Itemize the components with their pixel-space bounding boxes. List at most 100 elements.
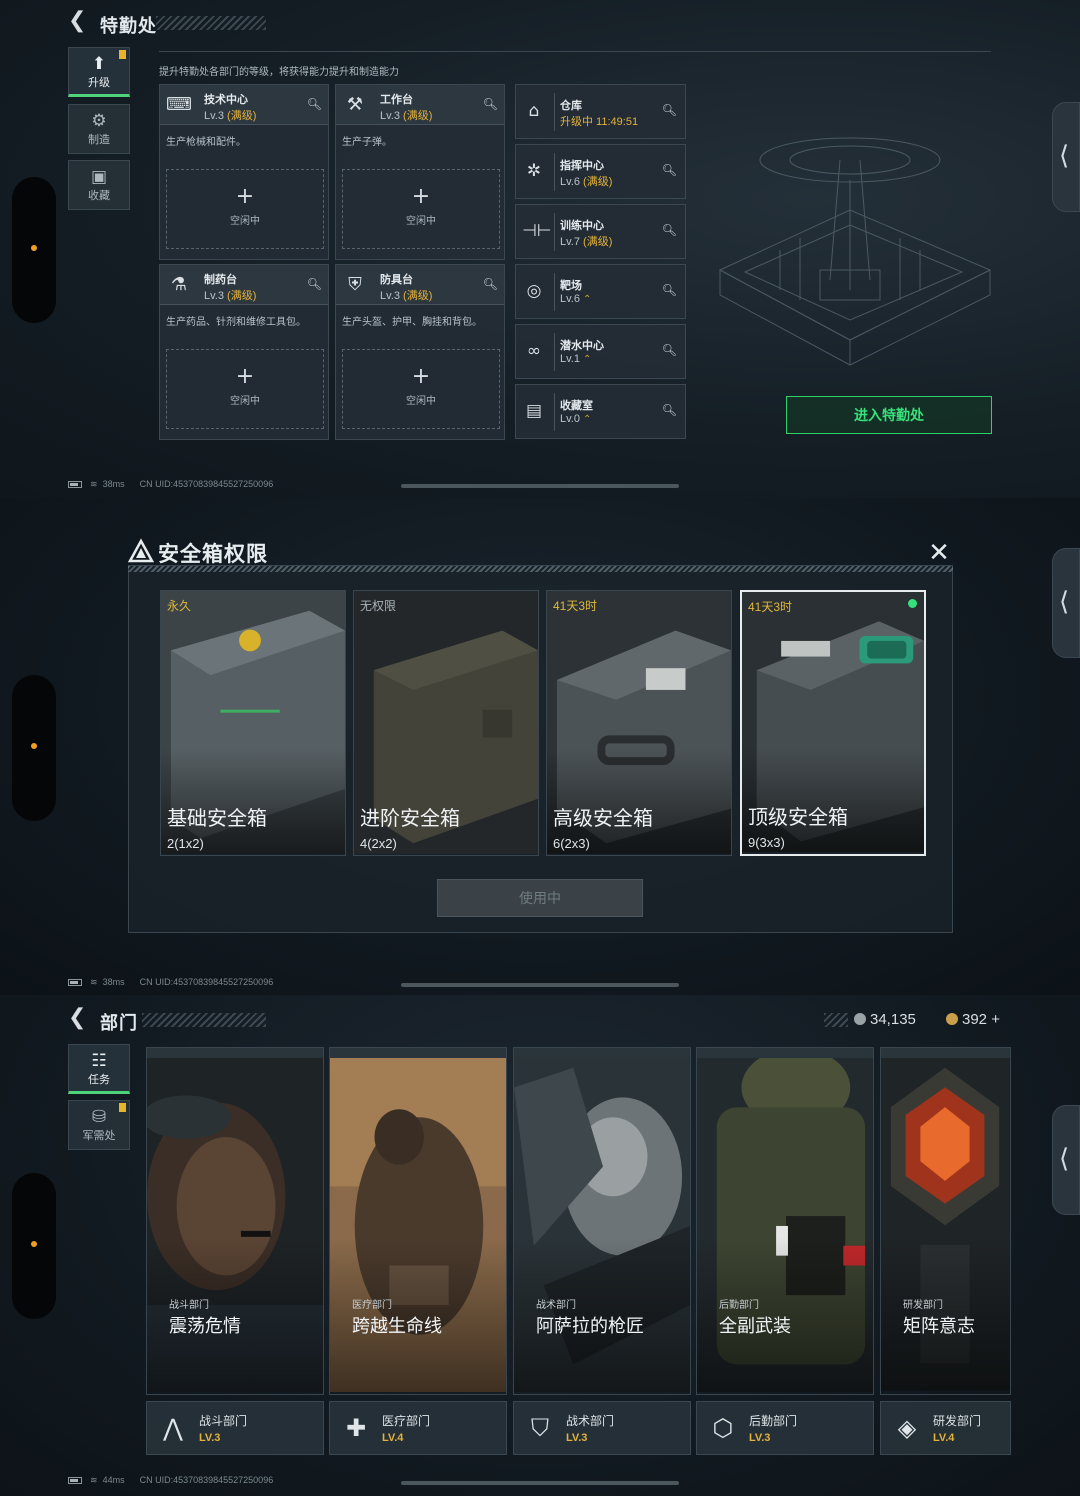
production-slot[interactable]: + 空闲中: [166, 349, 324, 429]
facility-name: 防具台: [380, 274, 413, 286]
upgrade-timer: 升级中 11:49:51: [560, 116, 639, 128]
side-handle[interactable]: [12, 1173, 56, 1319]
notification-badge: [119, 1103, 126, 1112]
dept-category: 战术部门: [536, 1300, 576, 1311]
facility-armor-bench[interactable]: ⛨ 防具台 Lv.3 (满级) 🔍︎ 生产头盔、护甲、胸挂和背包。 + 空闲中: [335, 264, 505, 440]
scroll-indicator[interactable]: [401, 983, 679, 987]
search-icon[interactable]: 🔍︎: [662, 283, 677, 297]
search-icon[interactable]: 🔍︎: [483, 277, 498, 291]
search-icon[interactable]: 🔍︎: [662, 343, 677, 357]
dialog-title: 安全箱权限: [158, 543, 268, 566]
dept-category: 战斗部门: [169, 1300, 209, 1311]
plus-icon: +: [235, 184, 255, 209]
back-arrow-icon[interactable]: ❮: [68, 1005, 86, 1030]
plus-icon: +: [235, 364, 255, 389]
building-diving-center[interactable]: ∞ 潜水中心 Lv.1 ⌃ 🔍︎: [515, 324, 686, 379]
side-handle[interactable]: [12, 177, 56, 323]
target-icon: ◎: [526, 281, 542, 301]
dept-research-level[interactable]: ◈ 研发部门 LV.4: [880, 1401, 1011, 1455]
dept-combat-level[interactable]: ⋀ 战斗部门 LV.3: [146, 1401, 324, 1455]
dept-level: LV.4: [382, 1432, 404, 1444]
safebox-premium[interactable]: 41天3时 高级安全箱 6(2x3): [546, 590, 732, 856]
production-slot[interactable]: + 空闲中: [342, 349, 500, 429]
battery-icon: [68, 481, 82, 489]
command-icon: ✲: [526, 161, 542, 181]
building-command-center[interactable]: ✲ 指挥中心 Lv.6 (满级) 🔍︎: [515, 144, 686, 199]
search-icon[interactable]: 🔍︎: [483, 97, 498, 111]
duration-label: 无权限: [360, 599, 397, 613]
dept-research-card[interactable]: 研发部门 矩阵意志: [880, 1047, 1011, 1395]
building-warehouse[interactable]: ⌂ 仓库 升级中 11:49:51 🔍︎: [515, 84, 686, 139]
production-slot[interactable]: + 空闲中: [342, 169, 500, 249]
safebox-advanced[interactable]: 无权限 进阶安全箱 4(2x2): [353, 590, 539, 856]
collapse-tab[interactable]: ⟨: [1052, 102, 1080, 212]
page-title: 特勤处: [100, 16, 157, 36]
dept-tactical-card[interactable]: 战术部门 阿萨拉的枪匠: [513, 1047, 691, 1395]
equipped-indicator: [908, 599, 917, 608]
shield-icon: ⛉: [531, 1414, 549, 1442]
collapse-tab[interactable]: ⟨: [1052, 548, 1080, 658]
dept-category: 研发部门: [903, 1300, 943, 1311]
tab-craft[interactable]: ⚙ 制造: [68, 104, 130, 154]
token-balance[interactable]: 392 +: [946, 1011, 1000, 1028]
safebox-name: 高级安全箱: [553, 808, 653, 830]
tab-tasks[interactable]: ☷ 任务: [68, 1044, 130, 1094]
back-arrow-icon[interactable]: ❮: [68, 8, 86, 33]
in-use-button[interactable]: 使用中: [437, 879, 643, 917]
search-icon[interactable]: 🔍︎: [662, 163, 677, 177]
building-training-center[interactable]: ⊣⊢ 训练中心 Lv.7 (满级) 🔍︎: [515, 204, 686, 259]
production-slot[interactable]: + 空闲中: [166, 169, 324, 249]
logistics-hex-icon: ⬡: [712, 1414, 734, 1442]
tab-upgrade[interactable]: ⬆ 升级: [68, 47, 130, 97]
collection-room-icon: ▤: [525, 401, 543, 421]
dept-level: LV.3: [749, 1432, 771, 1444]
page-title: 部门: [100, 1013, 138, 1033]
facility-level: Lv.3 (满级): [204, 110, 257, 122]
dept-combat-card[interactable]: 战斗部门 震荡危情: [146, 1047, 324, 1395]
tab-collection[interactable]: ▣ 收藏: [68, 160, 130, 210]
facility-workbench[interactable]: ⚒ 工作台 Lv.3 (满级) 🔍︎ 生产子弹。 + 空闲中: [335, 84, 505, 260]
side-handle[interactable]: [12, 675, 56, 821]
facility-pharmacy[interactable]: ⚗ 制药台 Lv.3 (满级) 🔍︎ 生产药品、针剂和维修工具包。 + 空闲中: [159, 264, 329, 440]
research-portrait: [881, 1048, 1010, 1391]
dept-medical-level[interactable]: ✚ 医疗部门 LV.4: [329, 1401, 507, 1455]
dept-logistics-card[interactable]: 后勤部门 全副武装: [696, 1047, 874, 1395]
collapse-tab[interactable]: ⟨: [1052, 1105, 1080, 1215]
building-collection-room[interactable]: ▤ 收藏室 Lv.0 ⌃ 🔍︎: [515, 384, 686, 439]
medical-cross-icon: ✚: [345, 1414, 367, 1442]
base-building-illustration: [718, 137, 992, 366]
status-bar: ≋ 38ms CN UID:4537083984552725009​6: [68, 479, 273, 490]
facility-desc: 生产头盔、护甲、胸挂和背包。: [342, 317, 482, 328]
safebox-basic[interactable]: 永久 基础安全箱 2(1x2): [160, 590, 346, 856]
warehouse-icon: ⌂: [528, 101, 540, 121]
tab-supply[interactable]: ⛁ 军需处: [68, 1100, 130, 1150]
status-bar: ≋ 44ms CN UID:4537083984552725009​6: [68, 1475, 273, 1486]
warning-icon: [128, 538, 154, 563]
search-icon[interactable]: 🔍︎: [307, 277, 322, 291]
duration-label: 41天3时: [748, 600, 793, 614]
facility-name: 制药台: [204, 274, 237, 286]
dept-medical-card[interactable]: 医疗部门 跨越生命线: [329, 1047, 507, 1395]
battery-icon: [68, 1477, 82, 1485]
close-icon[interactable]: ✕: [926, 540, 952, 566]
enter-special-ops-button[interactable]: 进入特勤处: [786, 396, 992, 434]
scroll-indicator[interactable]: [401, 1481, 679, 1485]
search-icon[interactable]: 🔍︎: [662, 223, 677, 237]
combat-dept-icon: ⋀: [163, 1414, 183, 1442]
dept-tactical-level[interactable]: ⛉ 战术部门 LV.3: [513, 1401, 691, 1455]
safebox-size: 2(1x2): [167, 836, 204, 851]
search-icon[interactable]: 🔍︎: [307, 97, 322, 111]
facility-tech-center[interactable]: ⌨ 技术中心 Lv.3 (满级) 🔍︎ 生产枪械和配件。 + 空闲中: [159, 84, 329, 260]
facility-name: 技术中心: [204, 94, 248, 106]
armor-icon: ⛨: [348, 274, 362, 295]
building-shooting-range[interactable]: ◎ 靶场 Lv.6 ⌃ 🔍︎: [515, 264, 686, 319]
search-icon[interactable]: 🔍︎: [662, 403, 677, 417]
dept-mission-name: 矩阵意志: [903, 1316, 975, 1336]
search-icon[interactable]: 🔍︎: [662, 103, 677, 117]
dept-category: 医疗部门: [352, 1300, 392, 1311]
scroll-indicator[interactable]: [401, 484, 679, 488]
dept-logistics-level[interactable]: ⬡ 后勤部门 LV.3: [696, 1401, 874, 1455]
facility-desc: 生产药品、针剂和维修工具包。: [166, 317, 306, 328]
coin-icon: [854, 1013, 866, 1025]
safebox-top[interactable]: 41天3时 顶级安全箱 9(3x3): [740, 590, 926, 856]
